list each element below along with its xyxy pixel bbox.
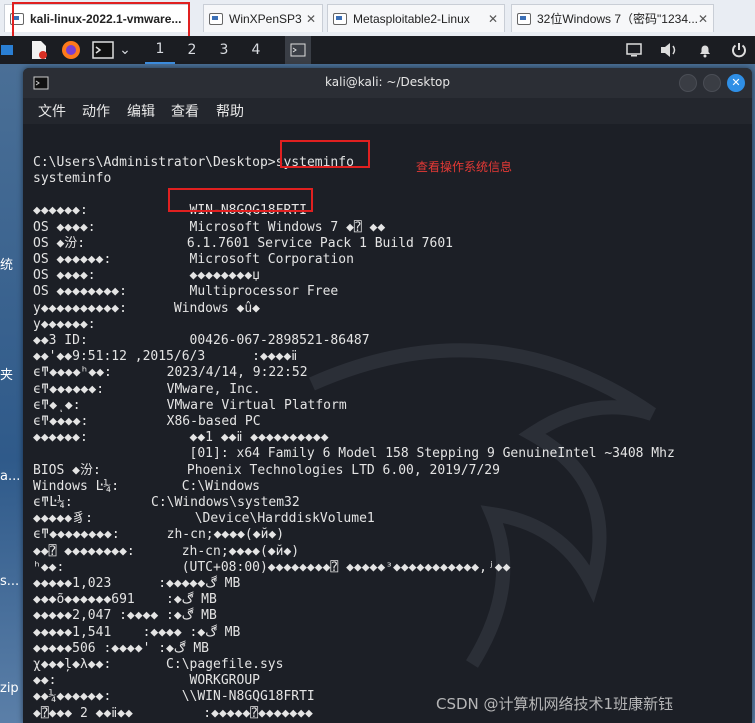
kali-dragon-icon [309, 343, 656, 668]
menu-action[interactable]: 动作 [82, 101, 110, 121]
terminal-line: ◆◆3 ID: 00426-067-2898521-86487 [33, 333, 370, 348]
workspace-3[interactable]: 3 [209, 36, 239, 64]
workspace-1[interactable]: 1 [145, 36, 175, 64]
vm-icon [333, 12, 347, 25]
desktop-label: 统 [0, 258, 14, 273]
terminal-window: kali@kali: ~/Desktop ✕ 文件 动作 编辑 查看 帮助 C:… [23, 68, 752, 723]
vmware-tab-bar: kali-linux-2022.1-vmware... WinXPenSP3 ✕… [0, 0, 755, 37]
terminal-line: OS ◆汾: 6.1.7601 Service Pack 1 Build 760… [33, 235, 453, 251]
terminal-task-icon[interactable] [285, 36, 311, 64]
terminal-line: ◆◆◆◆◆2,047 :◆◆◆◆ :◆ڰ MB [33, 608, 217, 624]
desktop-label: zip [0, 681, 19, 696]
terminal-line: OS ◆◆◆◆: Microsoft Windows 7 ◆⍰ ◆◆ [33, 219, 386, 235]
desktop-label: a... [0, 469, 21, 484]
terminal-line: ◆◆◆◆◆1,023 :◆◆◆◆◆ڰ MB [33, 576, 241, 591]
terminal-line: ʰ◆◆: (UTC+08:00)◆◆◆◆◆◆◆◆⍰ ◆◆◆◆◆ᵌ◆◆◆◆◆◆◆◆… [33, 559, 511, 575]
tab-winxpensp3[interactable]: WinXPenSP3 ✕ [203, 4, 323, 32]
terminal-line: OS ◆◆◆◆: ◆◆◆◆◆◆◆◆џ [33, 268, 260, 284]
close-icon[interactable]: ✕ [488, 12, 498, 26]
file-icon[interactable] [26, 36, 52, 64]
maximize-button[interactable] [703, 74, 721, 92]
terminal-line: ◆◆⍰ ◆◆◆◆◆◆◆◆: zh-cn;◆◆◆◆(◆й◆) [33, 543, 300, 559]
kali-top-panel: ⌄ 1 2 3 4 [0, 36, 755, 64]
window-title: kali@kali: ~/Desktop [325, 75, 450, 89]
terminal-line: OS ◆◆◆◆◆◆: Microsoft Corporation [33, 252, 354, 267]
terminal-line: systeminfo [33, 171, 112, 186]
tab-label: WinXPenSP3 [229, 11, 302, 26]
close-icon: ✕ [731, 76, 741, 89]
terminal-output[interactable]: C:\Users\Administrator\Desktop>systeminf… [23, 124, 752, 723]
terminal-line: BIOS ◆汾: Phoenix Technologies LTD 6.00, … [33, 462, 500, 478]
terminal-line: ◆◆◆◆◆◆: ◆◆1 ◆◆ⅱ ◆◆◆◆◆◆◆◆◆◆ [33, 430, 329, 446]
terminal-menubar: 文件 动作 编辑 查看 帮助 [23, 98, 752, 124]
terminal-line: ◆◆◆◆◆豸: \Device\HarddiskVolume1 [33, 511, 375, 527]
tab-label: 32位Windows 7（密码"1234... [537, 12, 698, 26]
vm-icon [517, 12, 531, 25]
workspace-2[interactable]: 2 [177, 36, 207, 64]
menu-edit[interactable]: 编辑 [127, 101, 155, 121]
terminal-line: у◆◆◆◆◆◆: [33, 316, 96, 332]
tab-windows7[interactable]: 32位Windows 7（密码"1234... ✕ [511, 4, 714, 32]
menu-help[interactable]: 帮助 [216, 101, 244, 121]
minimize-button[interactable] [679, 74, 697, 92]
tab-label: kali-linux-2022.1-vmware... [30, 11, 182, 26]
terminal-line: ◆◆◆◆◆506 :◆◆◆◆' :◆ڰ MB [33, 640, 210, 656]
window-icon[interactable] [622, 36, 646, 64]
firefox-icon[interactable] [58, 36, 84, 64]
terminal-line: ◆◆'◆◆9:51:12 ,2015/6/3 :◆◆◆◆ⅱ [33, 349, 298, 365]
terminal-line: χ◆◆◆ļ◆λ◆◆: C:\pagefile.sys [33, 657, 284, 672]
app-menu-icon[interactable] [0, 36, 16, 64]
terminal-line: ϵͳ◆◆◆◆◆◆: VMware, Inc. [33, 381, 261, 397]
prompt-line: C:\Users\Administrator\Desktop>systeminf… [33, 155, 354, 171]
tab-label: Metasploitable2-Linux [353, 11, 470, 26]
terminal-line: ◆◆¼◆◆◆◆◆◆: \\WIN-N8GQG18FRTI [33, 689, 315, 705]
terminal-icon[interactable] [90, 36, 116, 64]
chevron-down-icon[interactable]: ⌄ [116, 36, 134, 64]
terminal-line: ϵͳ◆◆◆◆◆◆◆◆: zh-cn;◆◆◆◆(◆й◆) [33, 527, 285, 543]
terminal-line: ◆◆◆õ◆◆◆◆◆◆691 :◆ڰ MB [33, 592, 217, 608]
tab-kali-linux[interactable]: kali-linux-2022.1-vmware... [4, 4, 190, 32]
desktop-label: s... [0, 574, 20, 589]
terminal-line: OS ◆◆◆◆◆◆◆◆: Multiprocessor Free [33, 284, 339, 300]
terminal-line: Windows Ŀ¼: C:\Windows [33, 478, 260, 494]
workspace-4[interactable]: 4 [241, 36, 271, 64]
vm-icon [209, 12, 223, 25]
annotation-text: 查看操作系统信息 [416, 160, 513, 174]
prompt-text: C:\Users\Administrator\Desktop> [33, 155, 276, 170]
desktop-label: 夹 [0, 368, 14, 383]
terminal-titlebar[interactable]: kali@kali: ~/Desktop ✕ [23, 68, 752, 98]
volume-icon[interactable] [656, 36, 682, 64]
power-icon[interactable] [726, 36, 752, 64]
close-button[interactable]: ✕ [727, 74, 745, 92]
terminal-line: ◆◆◆◆◆◆: WIN-N8GQG18FRTI [33, 203, 307, 219]
terminal-line: ◆◆: WORKGROUP [33, 673, 260, 689]
terminal-line: [01]: x64 Family 6 Model 158 Stepping 9 … [33, 446, 675, 462]
terminal-line: у◆◆◆◆◆◆◆◆◆◆: Windows ◆û◆ [33, 300, 260, 316]
terminal-line: ϵͳ◆◆◆◆: X86-based PC [33, 414, 261, 429]
close-icon[interactable]: ✕ [306, 12, 316, 26]
tab-metasploitable2[interactable]: Metasploitable2-Linux ✕ [327, 4, 505, 32]
terminal-line: ϵͳ◆ͺ◆: VMware Virtual Platform [33, 397, 347, 413]
terminal-line: ◆◆◆◆◆1,541 :◆◆◆◆ :◆ڰ MB [33, 624, 241, 640]
terminal-line: ◆⍰◆◆◆ 2 ◆◆ⅱ◆◆ :◆◆◆◆◆⍰◆◆◆◆◆◆◆ [33, 705, 313, 721]
terminal-line: ϵͳĿ¼: C:\Windows\system32 [33, 495, 300, 510]
vm-icon [10, 12, 24, 25]
command-text: systeminfo [275, 155, 354, 170]
watermark-text: CSDN @计算机网络技术1班康新钰 [436, 695, 674, 713]
menu-file[interactable]: 文件 [38, 101, 66, 121]
terminal-line: ϵͳ◆◆◆◆ʰ◆◆: 2023/4/14, 9:22:52 [33, 365, 308, 381]
bell-icon[interactable] [692, 36, 718, 64]
close-icon[interactable]: ✕ [698, 12, 708, 26]
menu-view[interactable]: 查看 [171, 101, 199, 121]
